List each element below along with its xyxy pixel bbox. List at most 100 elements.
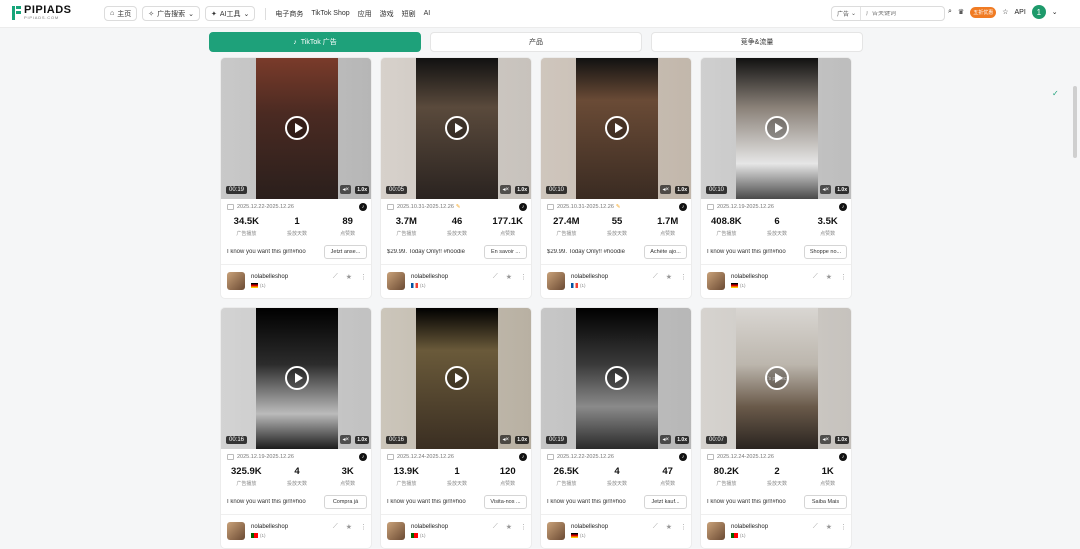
analytics-icon[interactable]: ⟋ [813, 273, 818, 281]
video-thumbnail[interactable]: 00:05 ◂× 1.0x [381, 58, 531, 199]
cta-button[interactable]: Jetzt anse... [324, 245, 367, 259]
nav-link-apps[interactable]: 应用 [358, 9, 372, 19]
mute-icon[interactable]: ◂× [500, 435, 511, 444]
playback-speed-button[interactable]: 1.0x [515, 436, 529, 444]
home-button[interactable]: ⌂ 主页 [104, 6, 138, 21]
more-options-icon[interactable]: ⋮ [680, 273, 687, 281]
advertiser-avatar[interactable] [547, 522, 565, 540]
video-thumbnail[interactable]: 00:19 ◂× 1.0x [541, 308, 691, 449]
ad-card[interactable]: 00:10 ◂× 1.0x 2025.12.19-2025.12.26 ♪ 40… [700, 57, 852, 299]
analytics-icon[interactable]: ⟋ [333, 523, 338, 531]
play-icon[interactable] [445, 116, 469, 140]
tab-products[interactable]: 产品 [430, 32, 642, 52]
tab-competition-traffic[interactable]: 竞争&流量 [651, 32, 863, 52]
favorite-star-icon[interactable]: ★ [506, 523, 512, 531]
favorite-star-icon[interactable]: ★ [346, 273, 352, 281]
more-options-icon[interactable]: ⋮ [520, 273, 527, 281]
advertiser-avatar[interactable] [707, 522, 725, 540]
crown-icon[interactable]: ♛ [958, 8, 964, 16]
analytics-icon[interactable]: ⟋ [653, 523, 658, 531]
mute-icon[interactable]: ◂× [340, 435, 351, 444]
playback-speed-button[interactable]: 1.0x [675, 186, 689, 194]
video-thumbnail[interactable]: It's perfect! 00:07 ◂× 1.0x [701, 308, 851, 449]
advertiser-avatar[interactable] [387, 522, 405, 540]
play-icon[interactable] [285, 366, 309, 390]
more-options-icon[interactable]: ⋮ [840, 523, 847, 531]
favorite-star-icon[interactable]: ★ [826, 273, 832, 281]
advertiser-name[interactable]: nolabelleshop [571, 524, 608, 530]
advertiser-name[interactable]: nolabelleshop [251, 524, 288, 530]
ad-card[interactable]: 00:16 ◂× 1.0x 2025.12.24-2025.12.26 ♪ 13… [380, 307, 532, 549]
cta-button[interactable]: Achète ajo... [644, 245, 687, 259]
tiktok-icon[interactable]: ♪ [359, 203, 367, 211]
analytics-icon[interactable]: ⟋ [653, 273, 658, 281]
playback-speed-button[interactable]: 1.0x [675, 436, 689, 444]
search-icon[interactable]: ⌕ [948, 8, 952, 16]
api-link[interactable]: API [1015, 9, 1026, 16]
more-options-icon[interactable]: ⋮ [360, 273, 367, 281]
advertiser-name[interactable]: nolabelleshop [411, 274, 448, 280]
advertiser-avatar[interactable] [227, 522, 245, 540]
video-thumbnail[interactable]: 00:10 ◂× 1.0x [541, 58, 691, 199]
play-icon[interactable] [285, 116, 309, 140]
ad-card[interactable]: 00:19 ◂× 1.0x 2025.12.22-2025.12.26 ♪ 34… [220, 57, 372, 299]
cta-button[interactable]: Saiba Mais [804, 495, 847, 509]
tiktok-icon[interactable]: ♪ [359, 453, 367, 461]
ad-card[interactable]: 00:10 ◂× 1.0x 2025.10.31-2025.12.26 ✎ ♪ … [540, 57, 692, 299]
ai-tools-dropdown[interactable]: ✦ AI工具 ⌄ [204, 6, 256, 21]
favorite-star-icon[interactable]: ★ [826, 523, 832, 531]
cta-button[interactable]: Visita-nos ... [484, 495, 527, 509]
play-icon[interactable] [605, 116, 629, 140]
favorite-star-icon[interactable]: ★ [346, 523, 352, 531]
play-icon[interactable] [445, 366, 469, 390]
video-thumbnail[interactable]: 00:16 ◂× 1.0x [381, 308, 531, 449]
analytics-icon[interactable]: ⟋ [333, 273, 338, 281]
tiktok-icon[interactable]: ♪ [679, 203, 687, 211]
ad-card[interactable]: 00:05 ◂× 1.0x 2025.10.31-2025.12.26 ✎ ♪ … [380, 57, 532, 299]
cta-button[interactable]: En savoir ... [484, 245, 527, 259]
advertiser-name[interactable]: nolabelleshop [731, 524, 768, 530]
nav-link-short-drama[interactable]: 短剧 [402, 9, 416, 19]
play-icon[interactable] [765, 366, 789, 390]
playback-speed-button[interactable]: 1.0x [355, 186, 369, 194]
more-options-icon[interactable]: ⋮ [520, 523, 527, 531]
playback-speed-button[interactable]: 1.0x [835, 436, 849, 444]
tab-tiktok-ads[interactable]: ♪ TikTok 广告 [209, 32, 421, 52]
ad-search-dropdown[interactable]: ✧ 广告搜索 ⌄ [142, 6, 200, 21]
scrollbar[interactable] [1073, 86, 1077, 158]
play-icon[interactable] [765, 116, 789, 140]
video-thumbnail[interactable]: 00:16 ◂× 1.0x [221, 308, 371, 449]
mute-icon[interactable]: ◂× [340, 185, 351, 194]
search-type-select[interactable]: 广告 ⌄ [832, 7, 862, 20]
more-options-icon[interactable]: ⋮ [360, 523, 367, 531]
playback-speed-button[interactable]: 1.0x [355, 436, 369, 444]
tiktok-icon[interactable]: ♪ [519, 453, 527, 461]
video-thumbnail[interactable]: 00:10 ◂× 1.0x [701, 58, 851, 199]
mute-icon[interactable]: ◂× [660, 185, 671, 194]
mute-icon[interactable]: ◂× [820, 435, 831, 444]
favorite-star-icon[interactable]: ★ [506, 273, 512, 281]
more-options-icon[interactable]: ⋮ [680, 523, 687, 531]
tiktok-icon[interactable]: ♪ [519, 203, 527, 211]
playback-speed-button[interactable]: 1.0x [515, 186, 529, 194]
promo-badge[interactable]: 五折优惠 [970, 6, 997, 18]
user-avatar[interactable]: 1 [1031, 5, 1046, 19]
video-thumbnail[interactable]: 00:19 ◂× 1.0x [221, 58, 371, 199]
advertiser-name[interactable]: nolabelleshop [731, 274, 768, 280]
mute-icon[interactable]: ◂× [660, 435, 671, 444]
cta-button[interactable]: Jetzt kauf... [644, 495, 687, 509]
analytics-icon[interactable]: ⟋ [493, 523, 498, 531]
mute-icon[interactable]: ◂× [820, 185, 831, 194]
tiktok-icon[interactable]: ♪ [679, 453, 687, 461]
cta-button[interactable]: Compra já [324, 495, 367, 509]
ad-card[interactable]: It's perfect! 00:07 ◂× 1.0x 2025.12.24-2… [700, 307, 852, 549]
advertiser-name[interactable]: nolabelleshop [411, 524, 448, 530]
favorite-star-icon[interactable]: ★ [666, 273, 672, 281]
more-options-icon[interactable]: ⋮ [840, 273, 847, 281]
playback-speed-button[interactable]: 1.0x [835, 186, 849, 194]
mute-icon[interactable]: ◂× [500, 185, 511, 194]
advertiser-avatar[interactable] [227, 272, 245, 290]
analytics-icon[interactable]: ⟋ [493, 273, 498, 281]
side-check-icon[interactable]: ✓ [1052, 89, 1060, 98]
pipiads-logo[interactable]: PIPIADS PIPIADS.COM [12, 5, 72, 20]
